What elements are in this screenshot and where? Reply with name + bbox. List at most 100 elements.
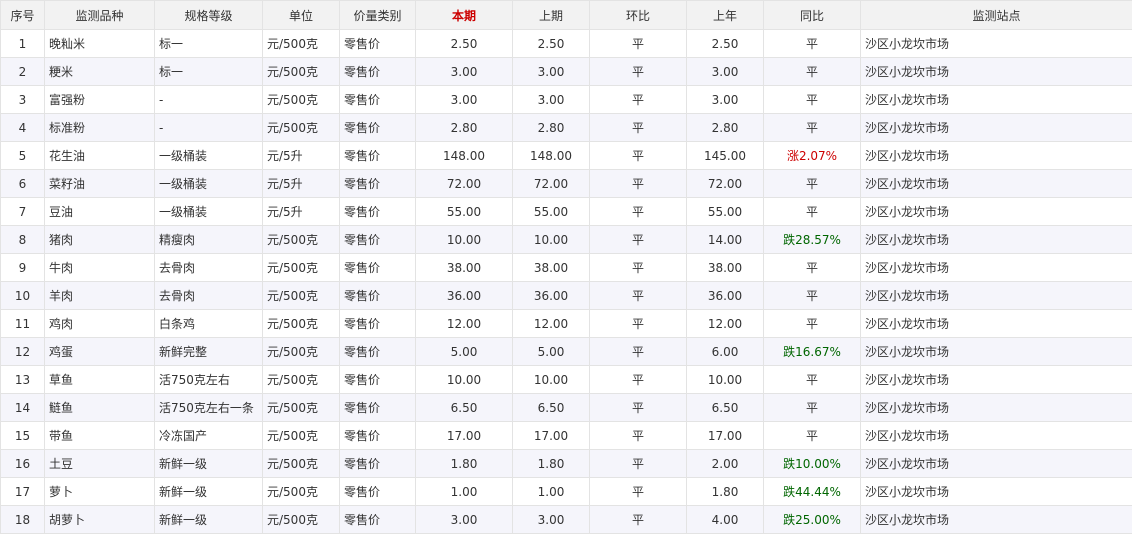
cell-mom: 平 [590,282,687,310]
cell-last-year: 2.80 [687,114,764,142]
cell-current: 1.80 [416,450,513,478]
cell-variety: 粳米 [45,58,155,86]
table-body: 1晚籼米标一元/500克零售价2.502.50平2.50平沙区小龙坎市场2粳米标… [1,30,1132,534]
cell-mom: 平 [590,114,687,142]
cell-variety: 土豆 [45,450,155,478]
cell-unit: 元/500克 [263,114,340,142]
cell-last-year: 4.00 [687,506,764,534]
cell-unit: 元/500克 [263,58,340,86]
cell-current: 55.00 [416,198,513,226]
cell-unit: 元/500克 [263,30,340,58]
cell-unit: 元/500克 [263,254,340,282]
header-price-type: 价量类别 [340,1,416,30]
cell-yoy: 跌44.44% [764,478,861,506]
cell-yoy: 跌16.67% [764,338,861,366]
cell-previous: 38.00 [513,254,590,282]
cell-station: 沙区小龙坎市场 [861,478,1132,506]
cell-current: 1.00 [416,478,513,506]
cell-mom: 平 [590,86,687,114]
cell-yoy: 平 [764,366,861,394]
cell-grade: 新鲜一级 [155,506,263,534]
cell-index: 13 [1,366,45,394]
cell-station: 沙区小龙坎市场 [861,226,1132,254]
cell-yoy: 平 [764,198,861,226]
cell-variety: 带鱼 [45,422,155,450]
cell-current: 38.00 [416,254,513,282]
table-row: 12鸡蛋新鲜完整元/500克零售价5.005.00平6.00跌16.67%沙区小… [1,338,1132,366]
cell-current: 6.50 [416,394,513,422]
cell-grade: 去骨肉 [155,282,263,310]
cell-price-type: 零售价 [340,170,416,198]
table-row: 5花生油一级桶装元/5升零售价148.00148.00平145.00涨2.07%… [1,142,1132,170]
table-row: 9牛肉去骨肉元/500克零售价38.0038.00平38.00平沙区小龙坎市场 [1,254,1132,282]
cell-previous: 3.00 [513,58,590,86]
cell-price-type: 零售价 [340,338,416,366]
table-header: 序号 监测品种 规格等级 单位 价量类别 本期 上期 环比 上年 同比 监测站点 [1,1,1132,30]
cell-unit: 元/500克 [263,506,340,534]
cell-grade: 活750克左右一条 [155,394,263,422]
cell-current: 2.50 [416,30,513,58]
cell-index: 11 [1,310,45,338]
cell-current: 72.00 [416,170,513,198]
cell-previous: 10.00 [513,226,590,254]
cell-index: 10 [1,282,45,310]
table-row: 13草鱼活750克左右元/500克零售价10.0010.00平10.00平沙区小… [1,366,1132,394]
header-current: 本期 [416,1,513,30]
table-row: 4标准粉-元/500克零售价2.802.80平2.80平沙区小龙坎市场 [1,114,1132,142]
cell-last-year: 6.50 [687,394,764,422]
header-variety: 监测品种 [45,1,155,30]
cell-unit: 元/500克 [263,450,340,478]
table-row: 10羊肉去骨肉元/500克零售价36.0036.00平36.00平沙区小龙坎市场 [1,282,1132,310]
cell-unit: 元/500克 [263,226,340,254]
table-row: 14鲢鱼活750克左右一条元/500克零售价6.506.50平6.50平沙区小龙… [1,394,1132,422]
table-row: 2粳米标一元/500克零售价3.003.00平3.00平沙区小龙坎市场 [1,58,1132,86]
cell-last-year: 145.00 [687,142,764,170]
cell-grade: 活750克左右 [155,366,263,394]
cell-variety: 草鱼 [45,366,155,394]
cell-grade: 新鲜一级 [155,478,263,506]
cell-grade: 冷冻国产 [155,422,263,450]
cell-grade: 去骨肉 [155,254,263,282]
header-station: 监测站点 [861,1,1132,30]
cell-grade: 标一 [155,58,263,86]
cell-station: 沙区小龙坎市场 [861,506,1132,534]
cell-station: 沙区小龙坎市场 [861,450,1132,478]
cell-yoy: 平 [764,422,861,450]
cell-previous: 6.50 [513,394,590,422]
cell-variety: 豆油 [45,198,155,226]
cell-last-year: 17.00 [687,422,764,450]
cell-grade: 一级桶装 [155,198,263,226]
cell-station: 沙区小龙坎市场 [861,338,1132,366]
cell-price-type: 零售价 [340,450,416,478]
cell-price-type: 零售价 [340,226,416,254]
cell-yoy: 平 [764,310,861,338]
header-previous: 上期 [513,1,590,30]
cell-yoy: 平 [764,254,861,282]
table-row: 8猪肉精瘦肉元/500克零售价10.0010.00平14.00跌28.57%沙区… [1,226,1132,254]
cell-price-type: 零售价 [340,30,416,58]
cell-variety: 羊肉 [45,282,155,310]
cell-variety: 富强粉 [45,86,155,114]
cell-index: 7 [1,198,45,226]
cell-mom: 平 [590,394,687,422]
cell-current: 3.00 [416,506,513,534]
cell-station: 沙区小龙坎市场 [861,58,1132,86]
cell-yoy: 平 [764,86,861,114]
cell-previous: 12.00 [513,310,590,338]
cell-current: 148.00 [416,142,513,170]
cell-mom: 平 [590,198,687,226]
cell-variety: 花生油 [45,142,155,170]
cell-index: 16 [1,450,45,478]
cell-last-year: 38.00 [687,254,764,282]
cell-grade: 新鲜完整 [155,338,263,366]
cell-mom: 平 [590,58,687,86]
cell-last-year: 72.00 [687,170,764,198]
table-row: 18胡萝卜新鲜一级元/500克零售价3.003.00平4.00跌25.00%沙区… [1,506,1132,534]
cell-station: 沙区小龙坎市场 [861,86,1132,114]
cell-current: 36.00 [416,282,513,310]
cell-previous: 17.00 [513,422,590,450]
table-row: 7豆油一级桶装元/5升零售价55.0055.00平55.00平沙区小龙坎市场 [1,198,1132,226]
cell-index: 2 [1,58,45,86]
cell-yoy: 平 [764,282,861,310]
cell-grade: 新鲜一级 [155,450,263,478]
